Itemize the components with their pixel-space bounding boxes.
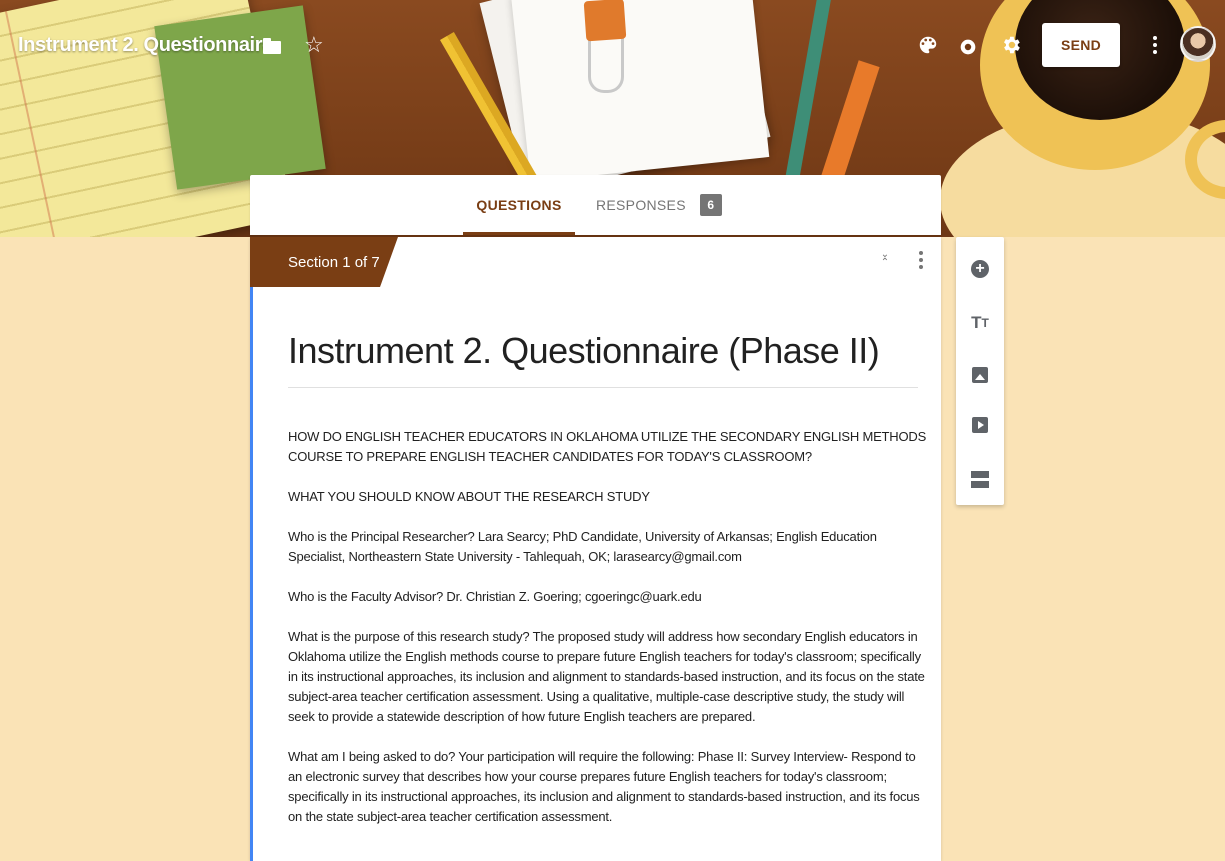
description-paragraph: Who is the Principal Researcher? Lara Se… bbox=[288, 529, 877, 564]
description-paragraph: What am I being asked to do? Your partic… bbox=[288, 749, 920, 824]
add-video-icon[interactable] bbox=[968, 413, 992, 437]
add-image-icon[interactable] bbox=[968, 363, 992, 387]
binder-clip-illustration bbox=[583, 0, 627, 42]
tabs-bar: QUESTIONS RESPONSES 6 bbox=[250, 175, 941, 235]
star-icon[interactable]: ☆ bbox=[304, 34, 324, 56]
palette-icon[interactable] bbox=[917, 34, 939, 56]
tab-questions[interactable]: QUESTIONS bbox=[463, 175, 575, 235]
focus-accent-bar bbox=[250, 287, 253, 861]
description-paragraph: WHAT YOU SHOULD KNOW ABOUT THE RESEARCH … bbox=[288, 489, 650, 504]
add-item-toolbar: + TT bbox=[956, 237, 1004, 505]
send-button[interactable]: SEND bbox=[1042, 23, 1120, 67]
folder-icon[interactable] bbox=[262, 38, 282, 54]
section-more-icon[interactable] bbox=[918, 251, 924, 273]
more-vert-icon[interactable] bbox=[1150, 33, 1160, 57]
tab-responses[interactable]: RESPONSES 6 bbox=[596, 175, 722, 235]
description-paragraph: Who is the Faculty Advisor? Dr. Christia… bbox=[288, 589, 702, 604]
section-label: Section 1 of 7 bbox=[250, 237, 398, 287]
gear-icon[interactable] bbox=[1000, 34, 1022, 56]
form-name[interactable]: Instrument 2. Questionnaire bbox=[18, 34, 273, 57]
description-paragraph: HOW DO ENGLISH TEACHER EDUCATORS IN OKLA… bbox=[288, 429, 927, 464]
add-section-icon[interactable] bbox=[968, 467, 992, 491]
form-header-card[interactable]: Section 1 of 7 ⌄ ⌃ Instrument 2. Question… bbox=[250, 237, 941, 861]
responses-count-badge: 6 bbox=[699, 194, 722, 216]
eye-icon[interactable] bbox=[957, 36, 979, 58]
add-question-icon[interactable]: + bbox=[968, 257, 992, 281]
tab-questions-label: QUESTIONS bbox=[476, 197, 562, 213]
paper-illustration-2 bbox=[510, 0, 770, 183]
avatar[interactable] bbox=[1180, 26, 1216, 62]
sticky-note-illustration bbox=[154, 5, 326, 190]
description-paragraph: What is the purpose of this research stu… bbox=[288, 629, 925, 724]
tab-responses-label: RESPONSES bbox=[596, 197, 686, 213]
collapse-section-icon[interactable]: ⌄ ⌃ bbox=[878, 250, 892, 273]
form-title[interactable]: Instrument 2. Questionnaire (Phase II) bbox=[288, 329, 918, 388]
form-description[interactable]: HOW DO ENGLISH TEACHER EDUCATORS IN OKLA… bbox=[288, 427, 928, 847]
add-title-icon[interactable]: TT bbox=[968, 311, 992, 335]
